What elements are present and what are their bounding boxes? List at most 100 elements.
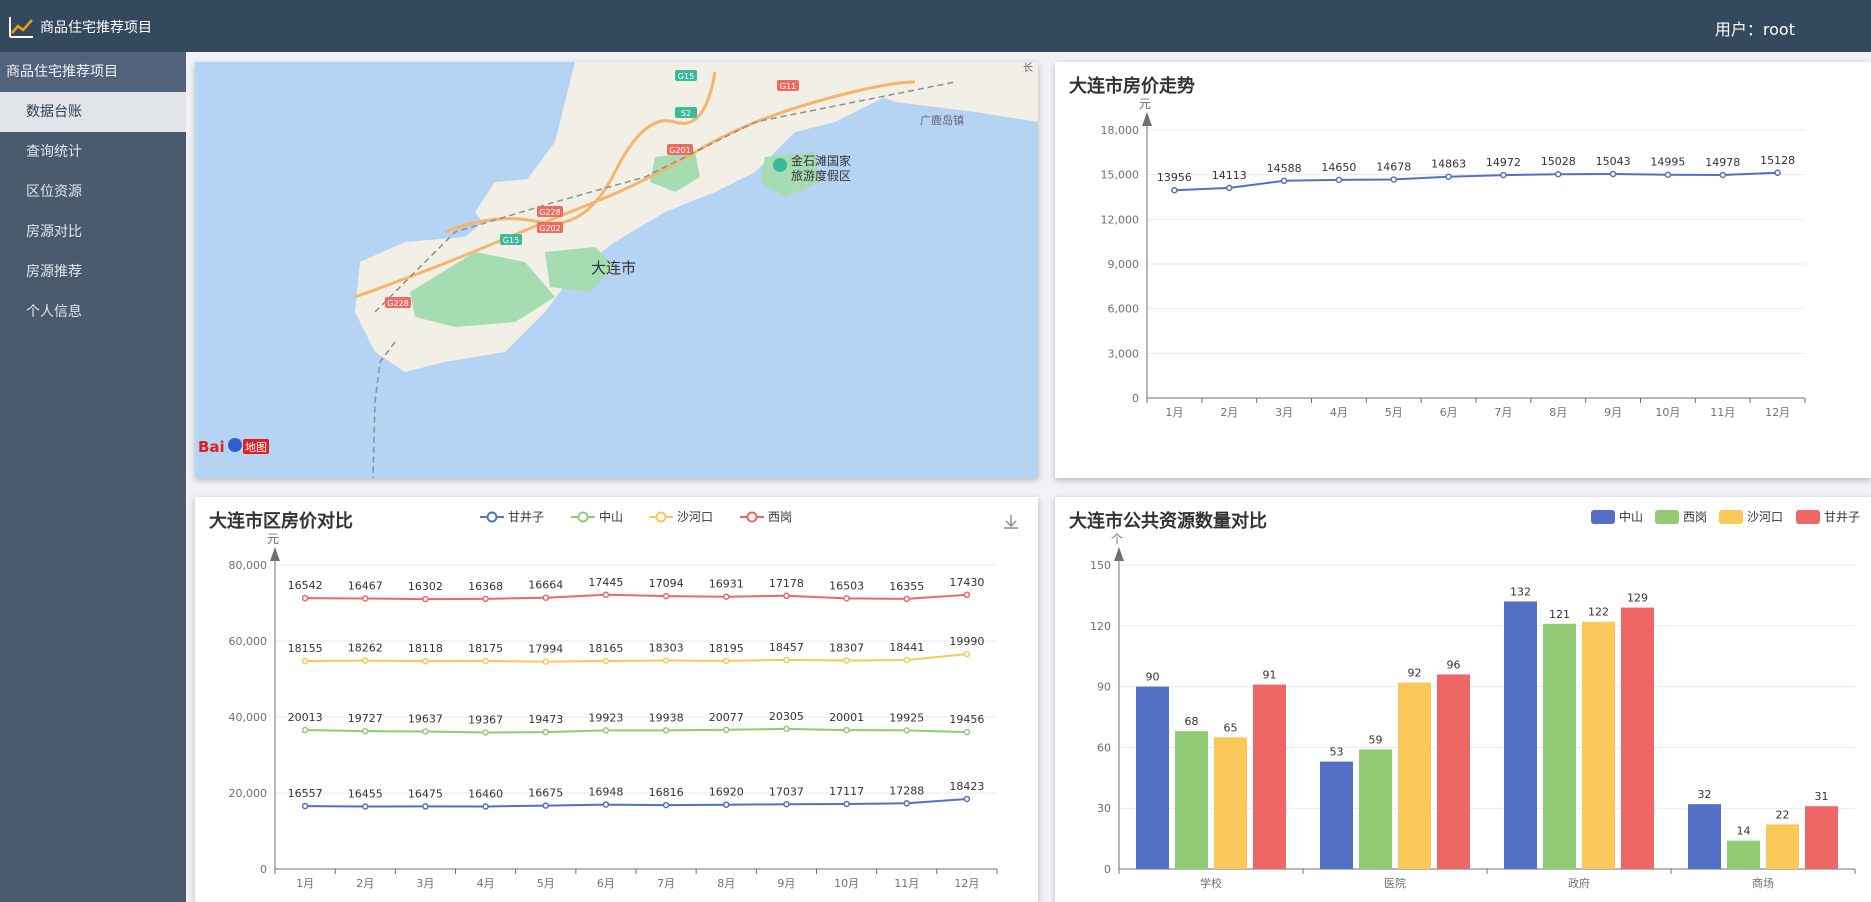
data-point (1664, 171, 1672, 178)
data-point (783, 656, 790, 664)
user-label[interactable]: 用户：root (1715, 16, 1795, 40)
legend-label: 甘井子 (508, 510, 544, 524)
y-tick-label: 12,000 (1101, 213, 1140, 226)
y-tick-label: 20,000 (229, 787, 268, 800)
data-point (422, 595, 429, 603)
sidebar-item-listing-recommend[interactable]: 房源推荐 (0, 252, 186, 292)
x-tick-label: 学校 (1200, 876, 1222, 890)
data-label: 19925 (889, 711, 924, 724)
data-label: 19727 (348, 712, 383, 725)
y-tick-label: 0 (1104, 863, 1111, 876)
bar (1766, 824, 1799, 869)
district-price-chart: 0 20,000 40,000 60,000 80,000 元 1月 2月 3月 4月 5月 6月 7月… (229, 509, 998, 890)
bar-value-label: 129 (1627, 592, 1648, 605)
bar (1727, 840, 1760, 869)
y-tick-label: 150 (1090, 559, 1111, 572)
x-tick-label: 1月 (296, 877, 314, 890)
data-point (362, 727, 369, 735)
data-label: 16920 (709, 786, 744, 799)
data-label: 19637 (408, 712, 443, 725)
road-label-g228-a: G228 (539, 208, 560, 217)
x-tick-label: 政府 (1568, 876, 1590, 890)
data-point (1280, 177, 1288, 185)
data-point (963, 728, 971, 736)
data-label: 18457 (769, 641, 804, 654)
bar-value-label: 53 (1330, 746, 1344, 759)
legend-marker (577, 511, 589, 523)
legend-label: 中山 (1619, 509, 1643, 524)
x-tick-label: 医院 (1384, 876, 1406, 890)
data-point (602, 591, 610, 599)
sidebar-item-listing-compare[interactable]: 房源对比 (0, 212, 186, 252)
data-point (843, 800, 850, 808)
data-point (963, 591, 971, 599)
y-axis-unit: 元 (1139, 97, 1151, 111)
bar-value-label: 32 (1698, 788, 1712, 801)
y-axis-arrow (1142, 112, 1152, 126)
sidebar-item-query-stats[interactable]: 查询统计 (0, 132, 186, 172)
x-tick-label: 5月 (537, 877, 555, 890)
map-logo-text: Bai (198, 438, 225, 456)
y-tick-label: 120 (1090, 620, 1111, 633)
x-tick-label: 10月 (834, 877, 859, 890)
bar (1437, 674, 1470, 869)
data-label: 20013 (288, 711, 323, 724)
y-axis-arrow (270, 547, 280, 561)
y-axis-arrow (1114, 547, 1124, 561)
bar (1320, 761, 1353, 869)
legend-label: 沙河口 (1747, 510, 1783, 524)
top-bar: 商品住宅推荐项目 用户：root (0, 0, 1871, 52)
data-label: 16664 (528, 579, 563, 592)
x-tick-label: 2月 (1220, 406, 1238, 419)
map-panel[interactable]: G15 G11 S2 G201 G228 G202 G15 G228 大连市 金… (195, 62, 1038, 478)
data-label: 14972 (1486, 156, 1521, 169)
bar (1688, 804, 1721, 869)
data-label: 16475 (408, 787, 443, 800)
data-label: 19367 (468, 713, 503, 726)
bar-value-label: 121 (1549, 608, 1570, 621)
data-point (542, 802, 549, 809)
data-label: 14588 (1267, 162, 1302, 175)
legend-label: 沙河口 (677, 510, 713, 524)
sidebar-group-title[interactable]: 商品住宅推荐项目 (0, 52, 186, 92)
x-tick-label: 11月 (1710, 406, 1735, 419)
bar (1543, 623, 1576, 869)
data-label: 17117 (829, 785, 864, 798)
data-point (422, 728, 429, 735)
data-point (662, 657, 670, 664)
bar-value-label: 91 (1263, 669, 1277, 682)
sidebar-item-data-ledger[interactable]: 数据台账 (0, 92, 186, 132)
x-tick-label: 9月 (1604, 406, 1622, 419)
data-point (542, 658, 549, 665)
sidebar-item-location-resources[interactable]: 区位资源 (0, 172, 186, 212)
bar (1582, 621, 1615, 869)
data-point (1500, 171, 1507, 179)
y-tick-label: 60,000 (229, 635, 268, 648)
trend-logo-icon (9, 17, 33, 38)
legend-label: 西岗 (1683, 510, 1707, 524)
data-label: 19456 (949, 713, 984, 726)
road-label-g228-b: G228 (387, 299, 408, 308)
sidebar-item-profile[interactable]: 个人信息 (0, 292, 186, 332)
y-tick-label: 90 (1097, 681, 1111, 694)
x-tick-label: 5月 (1385, 406, 1403, 419)
legend-marker (655, 511, 667, 523)
map-canvas[interactable]: G15 G11 S2 G201 G228 G202 G15 G228 大连市 金… (195, 62, 1038, 478)
data-label: 18118 (408, 642, 443, 655)
bar-value-label: 122 (1588, 606, 1609, 619)
data-label: 14978 (1705, 156, 1740, 169)
series-line-trend (1174, 171, 1778, 192)
data-label: 16503 (829, 579, 864, 592)
data-label: 13956 (1157, 171, 1192, 184)
bar-value-label: 96 (1447, 658, 1461, 671)
map-logo-text-2: 地图 (245, 441, 267, 454)
y-tick-label: 40,000 (229, 711, 268, 724)
data-point (482, 729, 489, 736)
bar (1504, 601, 1537, 869)
y-axis-unit: 个 (1111, 532, 1123, 546)
series-line (305, 727, 967, 734)
data-label: 20077 (709, 711, 744, 724)
map-poi-label-2: 旅游度假区 (791, 168, 851, 183)
data-label: 17094 (649, 577, 684, 590)
data-point (1609, 170, 1617, 178)
